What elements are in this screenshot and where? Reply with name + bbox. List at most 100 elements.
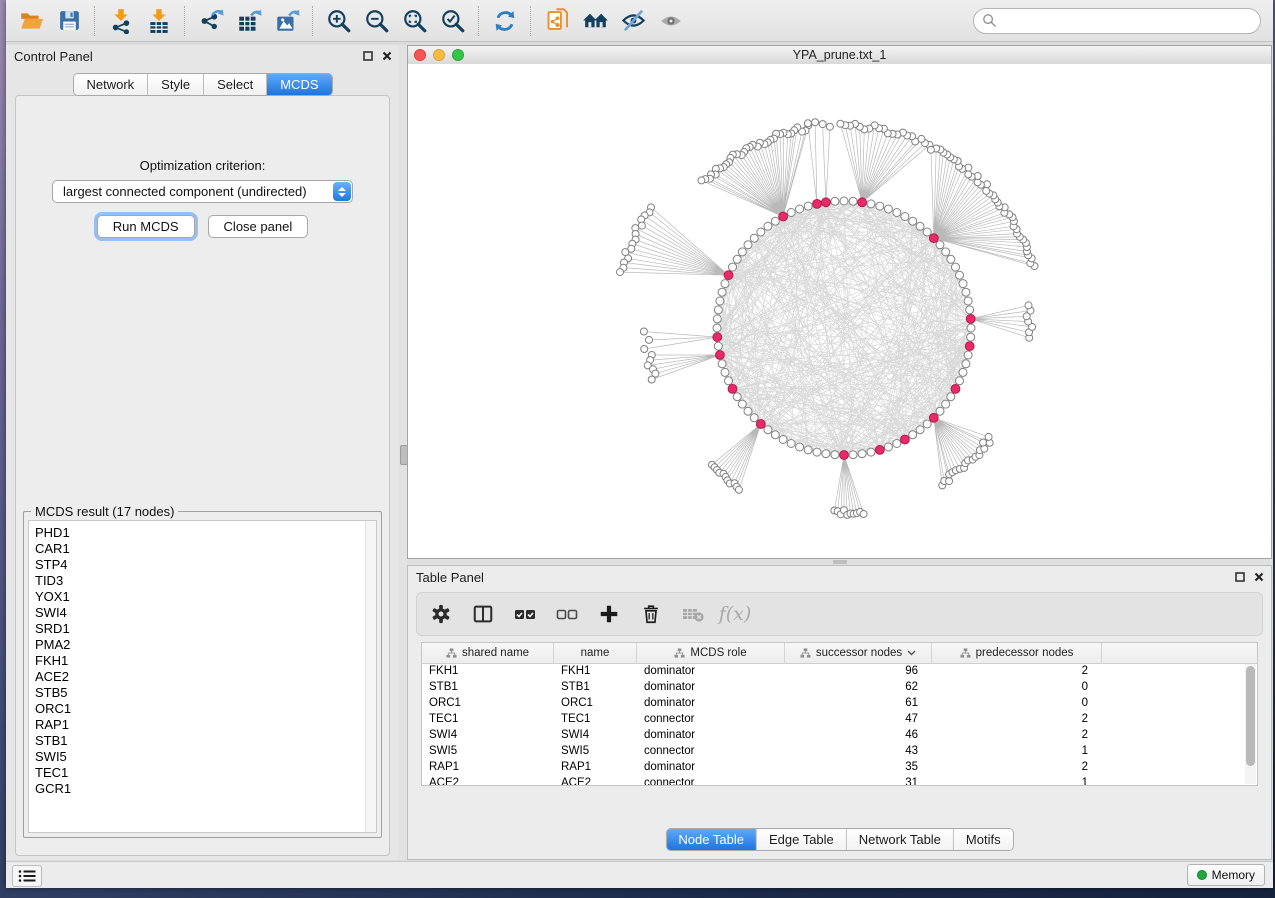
table-cell: 62 bbox=[785, 681, 932, 693]
table-panel-tabs: Node Table Edge Table Network Table Moti… bbox=[665, 828, 1013, 851]
mcds-result-list[interactable]: PHD1CAR1STP4TID3YOX1SWI4SRD1PMA2FKH1ACE2… bbox=[28, 520, 377, 833]
select-all-button[interactable] bbox=[511, 600, 539, 628]
deselect-all-button[interactable] bbox=[553, 600, 581, 628]
mcds-result-groupbox: MCDS result (17 nodes) PHD1CAR1STP4TID3Y… bbox=[23, 511, 382, 838]
table-row[interactable]: TEC1TEC1connector472 bbox=[422, 711, 1257, 727]
table-header: shared name name MCDS role successor nod… bbox=[422, 643, 1257, 664]
table-row[interactable]: RAP1RAP1dominator352 bbox=[422, 759, 1257, 775]
refresh-button[interactable] bbox=[486, 3, 524, 39]
close-panel-button[interactable] bbox=[381, 50, 393, 62]
mcds-result-item[interactable]: SRD1 bbox=[35, 621, 376, 637]
column-header-mcds-role[interactable]: MCDS role bbox=[637, 643, 785, 663]
mcds-result-item[interactable]: ACE2 bbox=[35, 669, 376, 685]
tab-edge-table[interactable]: Edge Table bbox=[757, 829, 847, 850]
close-table-panel-button[interactable] bbox=[1253, 571, 1265, 583]
table-row[interactable]: FKH1FKH1dominator962 bbox=[422, 663, 1257, 679]
table-cell: SWI5 bbox=[422, 745, 554, 757]
column-header-name[interactable]: name bbox=[554, 643, 637, 663]
mcds-result-item[interactable]: PMA2 bbox=[35, 637, 376, 653]
table-row[interactable]: SWI4SWI4dominator462 bbox=[422, 727, 1257, 743]
mcds-result-item[interactable]: ORC1 bbox=[35, 701, 376, 717]
zoom-in-button[interactable] bbox=[320, 3, 358, 39]
mcds-result-item[interactable]: RAP1 bbox=[35, 717, 376, 733]
fit-content-button[interactable] bbox=[396, 3, 434, 39]
horizontal-splitter-handle[interactable] bbox=[833, 560, 847, 564]
tab-network[interactable]: Network bbox=[73, 74, 148, 95]
mcds-result-item[interactable]: SWI4 bbox=[35, 605, 376, 621]
column-header-predecessor-nodes[interactable]: predecessor nodes bbox=[932, 643, 1102, 663]
table-cell: dominator bbox=[637, 665, 785, 677]
mcds-result-item[interactable]: GCR1 bbox=[35, 781, 376, 797]
mcds-result-item[interactable]: PHD1 bbox=[35, 525, 376, 541]
mcds-list-scrollbar[interactable] bbox=[365, 521, 376, 832]
log-console-button[interactable] bbox=[12, 865, 42, 887]
tab-select[interactable]: Select bbox=[204, 74, 267, 95]
tab-node-table[interactable]: Node Table bbox=[666, 829, 757, 850]
home-button[interactable] bbox=[576, 3, 614, 39]
table-cell: 2 bbox=[932, 729, 1102, 741]
add-column-button[interactable] bbox=[595, 600, 623, 628]
hide-eye-button[interactable] bbox=[614, 3, 652, 39]
float-panel-button[interactable] bbox=[362, 50, 374, 62]
network-graph[interactable] bbox=[408, 64, 1271, 558]
mcds-result-item[interactable]: FKH1 bbox=[35, 653, 376, 669]
search-input[interactable] bbox=[1002, 12, 1260, 29]
tab-motifs[interactable]: Motifs bbox=[954, 829, 1013, 850]
fx-icon: f(x) bbox=[719, 603, 752, 625]
mcds-result-item[interactable]: STB5 bbox=[35, 685, 376, 701]
mcds-result-item[interactable]: STP4 bbox=[35, 557, 376, 573]
eye-icon bbox=[658, 8, 684, 34]
function-builder-button[interactable]: f(x) bbox=[721, 600, 749, 628]
column-header-shared-name[interactable]: shared name bbox=[422, 643, 554, 663]
table-cell: ACE2 bbox=[554, 777, 637, 786]
mcds-result-item[interactable]: YOX1 bbox=[35, 589, 376, 605]
tree-icon bbox=[674, 648, 685, 659]
network-window: YPA_prune.txt_1 bbox=[407, 45, 1272, 559]
mcds-result-item[interactable]: CAR1 bbox=[35, 541, 376, 557]
refresh-icon bbox=[492, 8, 518, 34]
tab-mcds[interactable]: MCDS bbox=[267, 74, 331, 95]
save-session-button[interactable] bbox=[50, 3, 88, 39]
table-cell: connector bbox=[637, 713, 785, 725]
column-header-successor-nodes[interactable]: successor nodes bbox=[785, 643, 932, 663]
show-eye-button[interactable] bbox=[652, 3, 690, 39]
export-image-button[interactable] bbox=[268, 3, 306, 39]
zoom-out-button[interactable] bbox=[358, 3, 396, 39]
table-cell: 1 bbox=[932, 745, 1102, 757]
mcds-result-item[interactable]: TEC1 bbox=[35, 765, 376, 781]
float-table-panel-button[interactable] bbox=[1234, 571, 1246, 583]
network-canvas[interactable] bbox=[408, 64, 1271, 558]
close-panel-button-mcds[interactable]: Close panel bbox=[208, 215, 309, 238]
optimization-criterion-dropdown[interactable]: largest connected component (undirected) bbox=[52, 180, 353, 203]
tab-network-table[interactable]: Network Table bbox=[847, 829, 954, 850]
export-table-button[interactable] bbox=[230, 3, 268, 39]
mcds-result-item[interactable]: SWI5 bbox=[35, 749, 376, 765]
table-scrollbar[interactable] bbox=[1245, 664, 1256, 784]
tree-icon bbox=[446, 648, 457, 659]
run-mcds-button[interactable]: Run MCDS bbox=[97, 215, 195, 238]
delete-column-button[interactable] bbox=[637, 600, 665, 628]
tab-style[interactable]: Style bbox=[148, 74, 204, 95]
memory-button[interactable]: Memory bbox=[1187, 864, 1265, 886]
table-row[interactable]: STB1STB1dominator620 bbox=[422, 679, 1257, 695]
import-table-icon bbox=[146, 8, 172, 34]
import-network-button[interactable] bbox=[102, 3, 140, 39]
column-layout-button[interactable] bbox=[469, 600, 497, 628]
optimization-criterion-label: Optimization criterion: bbox=[16, 158, 389, 173]
mcds-result-item[interactable]: TID3 bbox=[35, 573, 376, 589]
table-scrollbar-thumb[interactable] bbox=[1246, 666, 1255, 766]
zoom-selected-button[interactable] bbox=[434, 3, 472, 39]
table-row[interactable]: SWI5SWI5connector431 bbox=[422, 743, 1257, 759]
table-row[interactable]: ORC1ORC1dominator610 bbox=[422, 695, 1257, 711]
import-table-button[interactable] bbox=[140, 3, 178, 39]
control-panel-title: Control Panel bbox=[14, 49, 93, 64]
open-session-button[interactable] bbox=[12, 3, 50, 39]
table-cell: dominator bbox=[637, 729, 785, 741]
mcds-result-item[interactable]: STB1 bbox=[35, 733, 376, 749]
export-network-button[interactable] bbox=[192, 3, 230, 39]
table-cell: SWI5 bbox=[554, 745, 637, 757]
table-settings-button[interactable] bbox=[427, 600, 455, 628]
table-row[interactable]: ACE2ACE2connector311 bbox=[422, 775, 1257, 786]
share-document-button[interactable] bbox=[538, 3, 576, 39]
delete-table-button[interactable] bbox=[679, 600, 707, 628]
